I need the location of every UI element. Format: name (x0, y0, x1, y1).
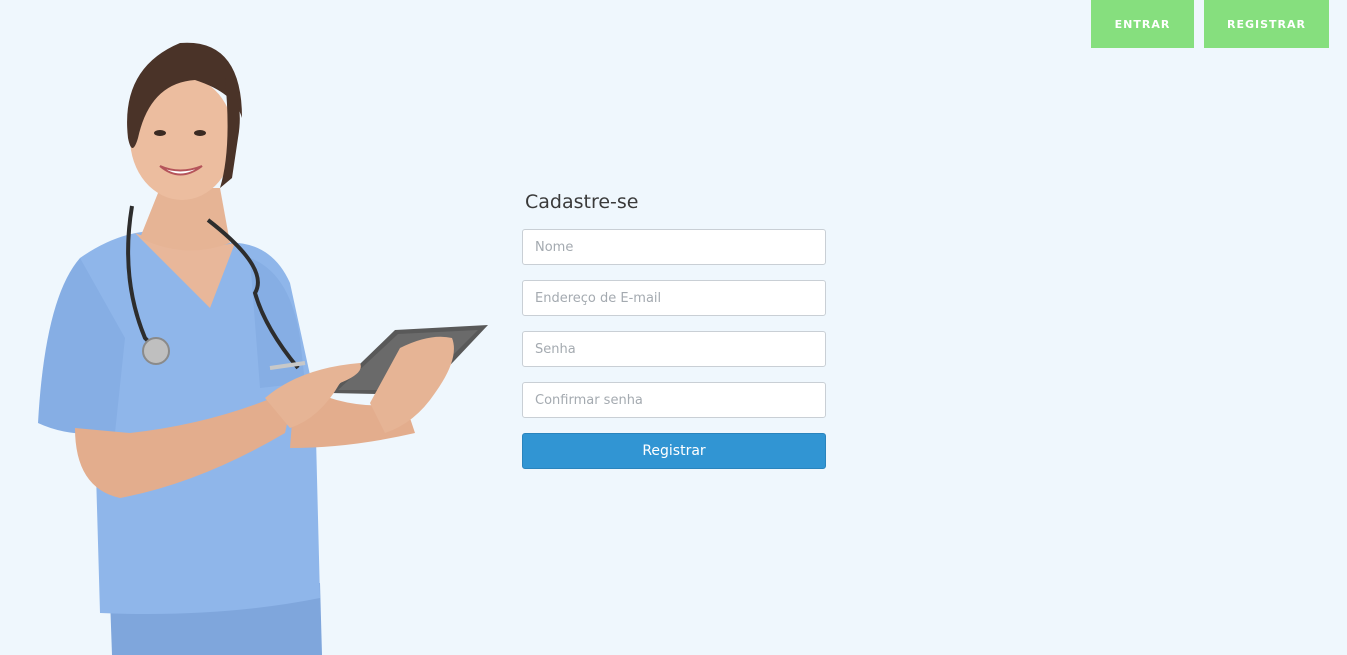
password-field[interactable] (522, 331, 826, 367)
name-field[interactable] (522, 229, 826, 265)
login-nav-button[interactable]: ENTRAR (1091, 0, 1194, 48)
email-field[interactable] (522, 280, 826, 316)
nurse-illustration (38, 42, 488, 655)
register-form: Cadastre-se Registrar (522, 188, 826, 469)
form-title: Cadastre-se (525, 191, 639, 213)
confirm-password-field[interactable] (522, 382, 826, 418)
register-nav-button[interactable]: REGISTRAR (1204, 0, 1329, 48)
page: ENTRAR REGISTRAR Cadastre-se Nome Endere… (0, 0, 1347, 655)
register-button[interactable]: Registrar (522, 433, 826, 469)
top-nav: ENTRAR REGISTRAR (1091, 0, 1329, 48)
